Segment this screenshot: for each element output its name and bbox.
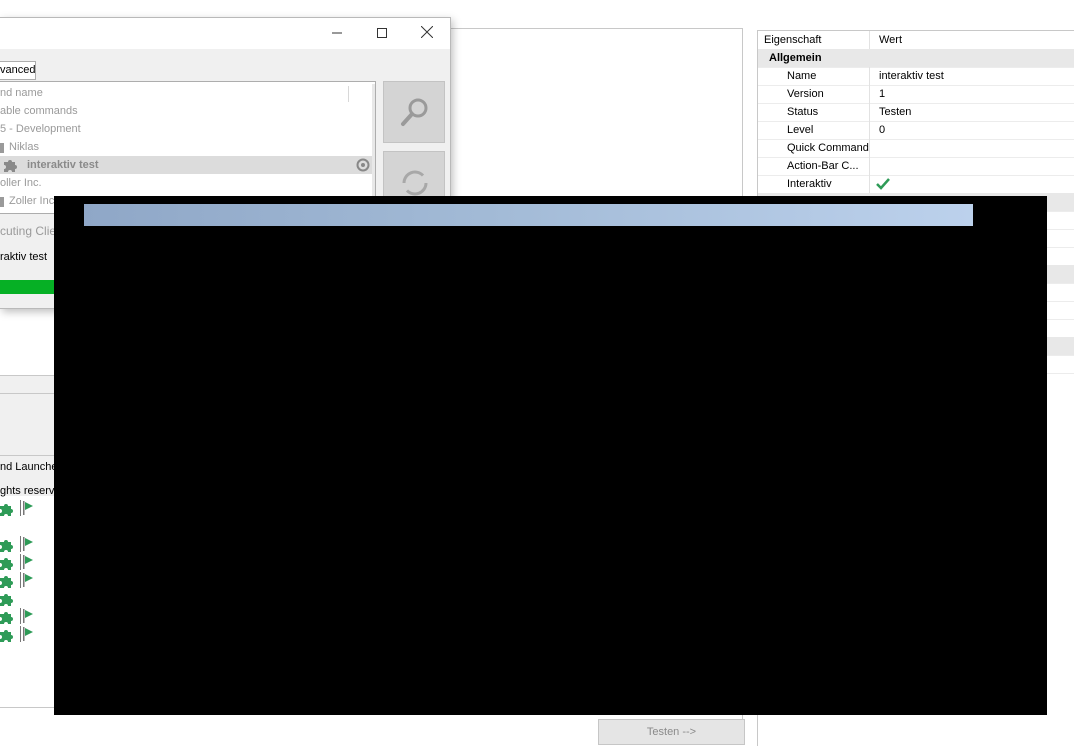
puzzle-icon (4, 160, 17, 172)
tree-item[interactable]: Niklas (0, 138, 374, 156)
divider (869, 67, 870, 85)
puzzle-icon (0, 594, 13, 606)
property-value[interactable]: 0 (879, 124, 885, 136)
copyright-label: ghts reserv (0, 485, 55, 497)
header-value: Wert (879, 34, 903, 46)
maximize-icon (376, 28, 387, 38)
list-item[interactable] (0, 608, 54, 626)
divider (0, 393, 54, 394)
user-icon (0, 143, 4, 153)
property-value[interactable]: 1 (879, 88, 885, 100)
list-item[interactable] (0, 590, 54, 608)
divider (0, 455, 54, 456)
puzzle-icon (0, 504, 13, 516)
property-value[interactable]: interaktiv test (879, 70, 944, 82)
divider (869, 85, 870, 103)
property-key: Status (787, 106, 819, 118)
puzzle-icon (0, 612, 13, 624)
progress-fill (0, 280, 54, 294)
divider (869, 139, 870, 157)
tree-item-label: Zoller Inc (9, 195, 55, 207)
list-item[interactable] (0, 554, 54, 572)
search-icon (401, 98, 428, 126)
flag-icon (20, 500, 33, 516)
divider (869, 31, 870, 49)
property-row[interactable]: Name interaktiv test (758, 67, 1074, 86)
property-key: Version (787, 88, 824, 100)
divider (869, 121, 870, 139)
command-tree[interactable]: nd name able commands 5 - Development Ni… (0, 81, 376, 214)
property-row[interactable]: Status Testen (758, 103, 1074, 122)
divider (440, 28, 742, 29)
column-header: nd name (0, 87, 43, 99)
flag-icon (20, 608, 33, 624)
divider (869, 157, 870, 175)
dialog-titlebar[interactable] (0, 18, 450, 49)
property-value[interactable]: Testen (879, 106, 911, 118)
property-key: Name (787, 70, 817, 82)
property-key: Interaktiv (787, 178, 832, 190)
checkmark-icon[interactable] (876, 178, 890, 190)
tree-item-label: able commands (0, 105, 78, 117)
maximize-button[interactable] (359, 18, 404, 49)
property-row[interactable]: Level 0 (758, 121, 1074, 140)
puzzle-icon (0, 558, 13, 570)
property-row[interactable]: Interaktiv (758, 175, 1074, 194)
divider (869, 103, 870, 121)
test-button[interactable]: Testen --> (598, 719, 745, 745)
tree-item-label: oller Inc. (0, 177, 42, 189)
divider (348, 86, 349, 102)
tree-header: nd name (0, 84, 374, 102)
list-item[interactable] (0, 500, 54, 518)
tree-item[interactable]: 5 - Development (0, 120, 374, 138)
refresh-icon (402, 170, 428, 196)
category-row[interactable]: Allgemein (758, 49, 1074, 68)
close-button[interactable] (404, 18, 449, 49)
property-row[interactable]: Version 1 (758, 85, 1074, 104)
tree-item[interactable]: oller Inc. (0, 174, 374, 192)
flag-icon (20, 554, 33, 570)
close-icon (420, 25, 433, 39)
overlay-window[interactable] (54, 196, 1047, 715)
progress-bar (0, 280, 54, 294)
list-item[interactable] (0, 626, 54, 644)
puzzle-icon (0, 540, 13, 552)
scrollbar[interactable] (372, 84, 375, 204)
search-button[interactable] (383, 81, 445, 143)
executing-label: cuting Clie (0, 224, 57, 238)
overlay-titlebar[interactable] (84, 204, 973, 226)
loading-icon (356, 158, 370, 172)
property-key: Level (787, 124, 814, 136)
tree-item-selected[interactable]: interaktiv test (0, 156, 374, 174)
tree-item-label: 5 - Development (0, 123, 81, 135)
property-row[interactable]: Quick Command (758, 139, 1074, 158)
executing-command-name: raktiv test (0, 251, 48, 263)
tree-item[interactable]: able commands (0, 102, 374, 120)
minimize-button[interactable] (314, 18, 359, 49)
property-key: Quick Command (787, 142, 869, 154)
tab-advanced[interactable]: vanced (0, 61, 36, 80)
flag-icon (20, 572, 33, 588)
tree-item-label: Niklas (9, 141, 39, 153)
property-row[interactable]: Action-Bar C... (758, 157, 1074, 176)
category-label: Allgemein (769, 52, 822, 64)
flag-icon (20, 536, 33, 552)
minimize-icon (331, 32, 342, 34)
list-item[interactable] (0, 572, 54, 590)
list-item[interactable] (0, 536, 54, 554)
header-property: Eigenschaft (764, 34, 822, 46)
puzzle-icon (0, 630, 13, 642)
user-icon (0, 197, 4, 207)
puzzle-icon (0, 576, 13, 588)
properties-header: Eigenschaft Wert (758, 31, 1074, 50)
launcher-label: nd Launche (0, 461, 58, 473)
property-key: Action-Bar C... (787, 160, 859, 172)
flag-icon (20, 626, 33, 642)
tree-item-label: interaktiv test (27, 159, 99, 171)
divider (869, 175, 870, 193)
